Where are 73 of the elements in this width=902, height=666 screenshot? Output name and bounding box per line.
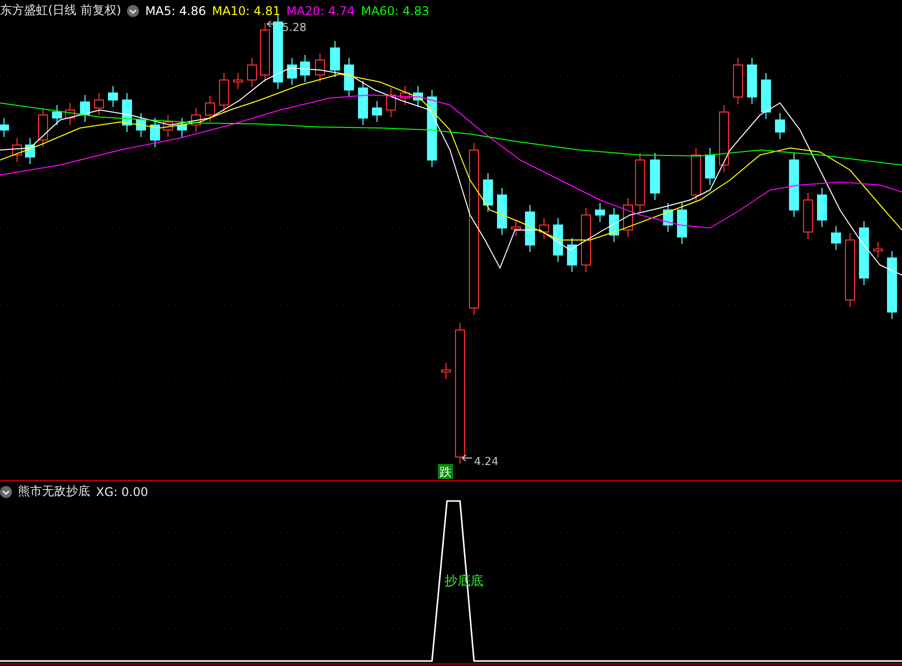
indicator-reading: MA10: 4.81 — [212, 4, 280, 18]
chart-title: 东方盛虹(日线 前复权) — [0, 2, 122, 19]
candlestick — [400, 86, 410, 106]
candlestick — [260, 22, 270, 82]
candlestick — [609, 208, 619, 242]
candlestick — [38, 108, 48, 148]
candlestick — [80, 94, 90, 122]
candlestick — [300, 54, 310, 82]
candlestick — [539, 218, 549, 240]
candlestick — [887, 250, 897, 320]
candlestick — [0, 118, 9, 138]
indicator-reading: MA20: 4.74 — [286, 4, 355, 18]
candlestick — [108, 86, 118, 108]
candlestick — [177, 118, 187, 138]
candlestick — [247, 58, 257, 88]
indicator-reading: XG: 0.00 — [96, 484, 148, 498]
candlestick — [623, 198, 633, 238]
candlestick — [705, 148, 715, 186]
candlestick — [789, 152, 799, 218]
candlestick — [775, 112, 785, 140]
candlestick — [52, 104, 62, 126]
candlestick — [747, 58, 757, 104]
candlestick — [677, 202, 687, 244]
candlestick — [413, 86, 423, 108]
candlestick — [191, 108, 201, 132]
leader-line — [462, 454, 472, 462]
candlestick — [859, 220, 869, 286]
candlestick — [761, 72, 771, 120]
indicator-reading: MA5: 4.86 — [145, 4, 206, 18]
candlestick — [511, 220, 521, 236]
candlestick — [386, 88, 396, 118]
candlestick — [12, 138, 22, 162]
candlestick — [663, 202, 673, 232]
candlestick — [287, 58, 297, 86]
candlestick — [497, 188, 507, 236]
indicator-reading: MA60: 4.83 — [360, 4, 430, 18]
candlestick — [94, 92, 104, 116]
candlestick — [441, 362, 451, 380]
candlestick — [358, 80, 368, 126]
candlestick — [163, 114, 173, 138]
leader-line — [266, 20, 280, 28]
candlestick — [122, 92, 132, 132]
candlestick — [136, 112, 146, 138]
indicator-title: 熊市无敌抄底 — [18, 483, 90, 500]
candlestick — [344, 58, 354, 98]
candlestick — [372, 100, 382, 122]
caret-icon[interactable] — [127, 4, 140, 16]
candlestick — [150, 118, 160, 148]
candlestick — [595, 202, 605, 222]
candlestick — [691, 148, 701, 202]
caret-icon[interactable] — [0, 486, 12, 498]
candlestick — [567, 238, 577, 272]
candlestick — [831, 226, 841, 250]
candlestick — [525, 204, 535, 252]
candlestick — [635, 152, 645, 212]
candlestick — [65, 102, 75, 126]
candlestick — [817, 188, 827, 228]
candlestick — [315, 52, 325, 82]
price-label: 4.24 — [474, 455, 498, 468]
candlestick — [233, 72, 243, 90]
candlestick — [803, 192, 813, 240]
candlestick — [330, 40, 340, 78]
candlestick — [650, 152, 660, 200]
candlestick — [733, 58, 743, 104]
candlestick — [205, 96, 215, 122]
candlestick — [483, 172, 493, 212]
candlestick — [873, 242, 883, 258]
candlestick — [719, 104, 729, 172]
candlestick — [219, 72, 229, 112]
candlestick — [553, 218, 563, 262]
candlestick — [25, 138, 35, 164]
candlestick — [581, 208, 591, 272]
signal-badge: 跌 — [438, 464, 453, 479]
